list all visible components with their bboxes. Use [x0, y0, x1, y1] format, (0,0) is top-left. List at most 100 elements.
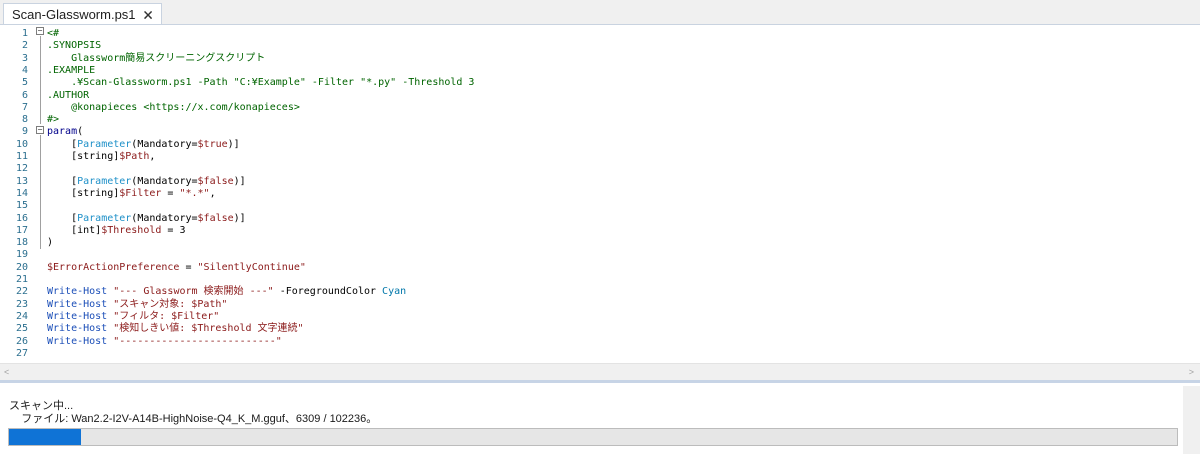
code-token: "フィルタ: $Filter" [113, 310, 220, 322]
line-number: 17 [15, 224, 28, 236]
code-token: = [179, 261, 198, 273]
code-line[interactable]: param( [47, 126, 83, 138]
code-line[interactable]: Write-Host "フィルタ: $Filter" [47, 311, 219, 323]
code-token: $false [197, 212, 234, 224]
code-token: (Mandatory= [131, 212, 198, 224]
output-vertical-scrollbar[interactable] [1183, 386, 1200, 454]
code-token: "SilentlyContinue" [197, 261, 306, 273]
line-number: 14 [15, 187, 28, 199]
tab-title[interactable]: Scan-Glassworm.ps1 [12, 7, 136, 22]
line-number: 27 [15, 347, 28, 359]
code-token: (Mandatory= [131, 138, 198, 150]
code-line[interactable]: <# [47, 28, 59, 40]
code-line[interactable]: .AUTHOR [47, 90, 89, 102]
code-token: = 3 [161, 224, 186, 236]
code-token: .SYNOPSIS [47, 40, 102, 52]
code-token: Write-Host [47, 310, 108, 322]
code-line[interactable]: @konapieces <https://x.com/konapieces> [47, 102, 300, 114]
code-token: , [209, 187, 216, 199]
code-token: .¥Scan-Glassworm.ps1 -Path "C:¥Example" … [47, 77, 475, 89]
line-number-gutter: 1 2 3 4 5 6 7 8 9 10 11 12 13 14 15 16 17 18 19 20 21 22 23 24 2… [0, 25, 32, 363]
tab-scan-glassworm[interactable]: Scan-Glassworm.ps1 🗙 [3, 3, 162, 24]
line-number: 6 [21, 89, 28, 101]
code-line[interactable]: .SYNOPSIS [47, 40, 101, 52]
code-line[interactable]: [Parameter(Mandatory=$false)] [47, 213, 246, 225]
scroll-right-icon[interactable]: > [1189, 367, 1194, 377]
code-token: [ [47, 175, 78, 187]
code-line[interactable]: .EXAMPLE [47, 65, 95, 77]
horizontal-scrollbar[interactable]: < > [0, 363, 1200, 381]
code-token: Write-Host [47, 286, 108, 298]
line-number: 8 [21, 114, 28, 126]
line-number: 1 [21, 28, 28, 39]
code-token: )] [233, 175, 246, 187]
code-editor[interactable]: 1 2 3 4 5 6 7 8 9 10 11 12 13 14 15 16 17 18 19 20 21 22 23 24 2… [0, 25, 1200, 363]
code-token: $ErrorActionPreference [47, 261, 180, 273]
code-token: $Filter [119, 187, 162, 199]
line-number: 7 [21, 101, 28, 113]
code-line[interactable]: ) [47, 237, 53, 249]
code-line[interactable]: $ErrorActionPreference = "SilentlyContin… [47, 262, 306, 274]
code-token: "*.*" [179, 187, 210, 199]
code-token: $true [197, 138, 228, 150]
code-token: Glassworm簡易スクリーニングスクリプト [47, 52, 266, 64]
code-token: param [47, 126, 78, 138]
code-line[interactable]: [Parameter(Mandatory=$false)] [47, 176, 246, 188]
fold-guide [40, 36, 41, 124]
line-number: 4 [21, 64, 28, 76]
line-number: 2 [21, 40, 28, 52]
code-token: (Mandatory= [131, 175, 198, 187]
code-token: Parameter [77, 212, 132, 224]
code-line[interactable]: [string]$Filter = "*.*", [47, 188, 216, 200]
code-line[interactable]: Write-Host "検知しきい値: $Threshold 文字連続" [47, 323, 304, 335]
line-number: 13 [15, 175, 28, 187]
code-token: <# [47, 28, 60, 39]
code-token: = [161, 187, 180, 199]
code-token: Write-Host [47, 335, 108, 347]
code-token: $Path [119, 151, 150, 162]
line-number: 22 [15, 286, 28, 298]
code-token: Parameter [77, 138, 132, 150]
line-number: 24 [15, 310, 28, 322]
code-token: ( [77, 126, 84, 138]
code-line[interactable]: Write-Host "スキャン対象: $Path" [47, 299, 227, 311]
code-token: Parameter [77, 175, 132, 187]
code-line[interactable]: [int]$Threshold = 3 [47, 224, 186, 237]
scroll-left-icon[interactable]: < [4, 367, 9, 377]
code-token: [string] [47, 187, 120, 199]
code-line[interactable]: Glassworm簡易スクリーニングスクリプト [47, 53, 265, 65]
code-token: [ [47, 138, 78, 150]
code-token: $Threshold [101, 224, 162, 236]
line-number: 16 [15, 212, 28, 224]
fold-toggle-icon[interactable]: − [36, 27, 44, 35]
line-number: 9 [21, 126, 28, 138]
line-number: 15 [15, 200, 28, 212]
line-number: 11 [15, 151, 28, 162]
code-token: [int] [47, 224, 102, 236]
line-number: 10 [15, 138, 28, 150]
tab-bar: Scan-Glassworm.ps1 🗙 [0, 0, 1200, 25]
code-token: "--- Glassworm 検索開始 ---" [113, 286, 274, 298]
code-line[interactable]: .¥Scan-Glassworm.ps1 -Path "C:¥Example" … [47, 77, 474, 89]
line-number: 21 [15, 274, 28, 285]
fold-margin: − − [36, 25, 46, 363]
code-token: , [149, 151, 156, 162]
fold-guide [40, 135, 41, 249]
code-token: .EXAMPLE [47, 64, 96, 76]
code-token: Write-Host [47, 298, 108, 310]
line-number: 12 [15, 163, 28, 175]
code-token: $false [197, 175, 234, 187]
code-line[interactable]: Write-Host "--- Glassworm 検索開始 ---" -For… [47, 286, 406, 298]
code-line[interactable]: #> [47, 114, 59, 126]
code-line[interactable]: [string]$Path, [47, 151, 155, 163]
code-line[interactable]: [Parameter(Mandatory=$true)] [47, 139, 240, 151]
line-number: 19 [15, 249, 28, 261]
line-number: 20 [15, 261, 28, 273]
line-number: 18 [15, 237, 28, 249]
close-icon[interactable]: 🗙 [144, 8, 153, 20]
code-line[interactable]: Write-Host "--------------------------" [47, 336, 282, 348]
code-token: "検知しきい値: $Threshold 文字連続" [113, 323, 304, 335]
line-number: 25 [15, 323, 28, 335]
fold-toggle-icon[interactable]: − [36, 126, 44, 134]
line-number: 3 [21, 52, 28, 64]
